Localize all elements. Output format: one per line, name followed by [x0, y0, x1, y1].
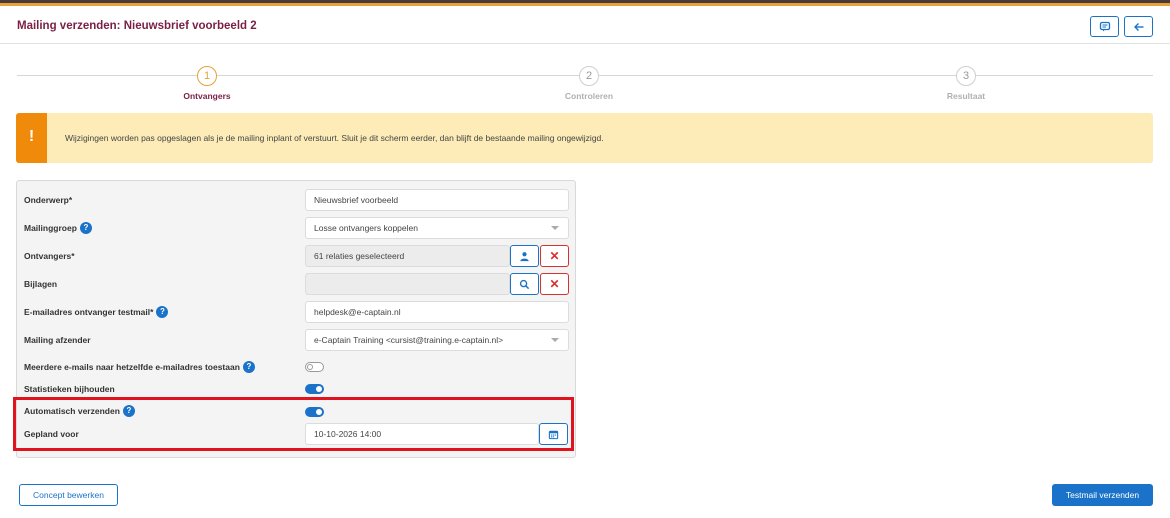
select-recipients-button[interactable] [510, 245, 539, 267]
row-ontvangers: Ontvangers* 61 relaties geselecteerd ✕ [17, 245, 575, 267]
row-statistieken: Statistieken bijhouden [17, 381, 575, 397]
mailinggroep-label: Mailinggroep? [24, 222, 92, 234]
row-mailinggroep: Mailinggroep? Losse ontvangers koppelen [17, 217, 575, 239]
warning-alert: ! Wijzigingen worden pas opgeslagen als … [16, 113, 1153, 163]
step-resultaat[interactable]: 3 Resultaat [906, 66, 1026, 101]
close-icon: ✕ [549, 277, 560, 291]
row-onderwerp: Onderwerp* Nieuwsbrief voorbeeld [17, 189, 575, 211]
afzender-label: Mailing afzender [24, 335, 91, 345]
ontvangers-label: Ontvangers* [24, 251, 75, 261]
ontvangers-field: 61 relaties geselecteerd [305, 245, 510, 267]
wizard-steps: 1 Ontvangers 2 Controleren 3 Resultaat [0, 66, 1170, 106]
onderwerp-input[interactable]: Nieuwsbrief voorbeeld [305, 189, 569, 211]
clear-attachment-button[interactable]: ✕ [540, 273, 569, 295]
step-ontvangers[interactable]: 1 Ontvangers [147, 66, 267, 101]
close-icon: ✕ [549, 249, 560, 263]
person-icon [520, 251, 529, 261]
row-afzender: Mailing afzender e-Captain Training <cur… [17, 329, 575, 351]
step-number: 1 [197, 66, 217, 86]
alert-message: Wijzigingen worden pas opgeslagen als je… [65, 133, 604, 143]
statistieken-toggle[interactable] [305, 384, 324, 394]
step-number: 2 [579, 66, 599, 86]
statistieken-label: Statistieken bijhouden [24, 384, 115, 394]
step-controleren[interactable]: 2 Controleren [529, 66, 649, 101]
step-label: Resultaat [946, 91, 986, 101]
step-label: Ontvangers [183, 91, 231, 101]
row-testmail: E-mailadres ontvanger testmail*? helpdes… [17, 301, 575, 323]
step-number: 3 [956, 66, 976, 86]
page-header: Mailing verzenden: Nieuwsbrief voorbeeld… [0, 6, 1170, 44]
page-title: Mailing verzenden: Nieuwsbrief voorbeeld… [17, 20, 257, 32]
row-meerdere: Meerdere e-mails naar hetzelfde e-mailad… [17, 359, 575, 375]
meerdere-toggle[interactable] [305, 362, 324, 372]
help-icon[interactable]: ? [156, 306, 169, 318]
search-icon [519, 279, 530, 289]
feedback-button[interactable] [1090, 16, 1119, 37]
mailinggroep-select[interactable]: Losse ontvangers koppelen [305, 217, 569, 239]
help-icon[interactable]: ? [242, 361, 255, 373]
chevron-down-icon [551, 338, 559, 342]
chevron-down-icon [551, 226, 559, 230]
testmail-label: E-mailadres ontvanger testmail*? [24, 306, 169, 318]
chat-icon [1099, 21, 1110, 31]
toggle-knob [316, 386, 322, 392]
search-attachment-button[interactable] [510, 273, 539, 295]
onderwerp-label: Onderwerp* [24, 195, 73, 205]
back-button[interactable] [1124, 16, 1153, 37]
afzender-select[interactable]: e-Captain Training <cursist@training.e-c… [305, 329, 569, 351]
toggle-knob [307, 364, 313, 370]
testmail-verzenden-button[interactable]: Testmail verzenden [1052, 484, 1153, 506]
bijlagen-field [305, 273, 510, 295]
testmail-input[interactable]: helpdesk@e-captain.nl [305, 301, 569, 323]
meerdere-label: Meerdere e-mails naar hetzelfde e-mailad… [24, 361, 255, 373]
warning-icon: ! [16, 113, 47, 163]
clear-recipients-button[interactable]: ✕ [540, 245, 569, 267]
help-icon[interactable]: ? [79, 222, 92, 234]
step-label: Controleren [564, 91, 614, 101]
highlight-box [13, 397, 574, 451]
arrow-left-icon [1133, 22, 1143, 31]
concept-bewerken-button[interactable]: Concept bewerken [19, 484, 118, 506]
row-bijlagen: Bijlagen ✕ [17, 273, 575, 295]
bijlagen-label: Bijlagen [24, 279, 58, 289]
